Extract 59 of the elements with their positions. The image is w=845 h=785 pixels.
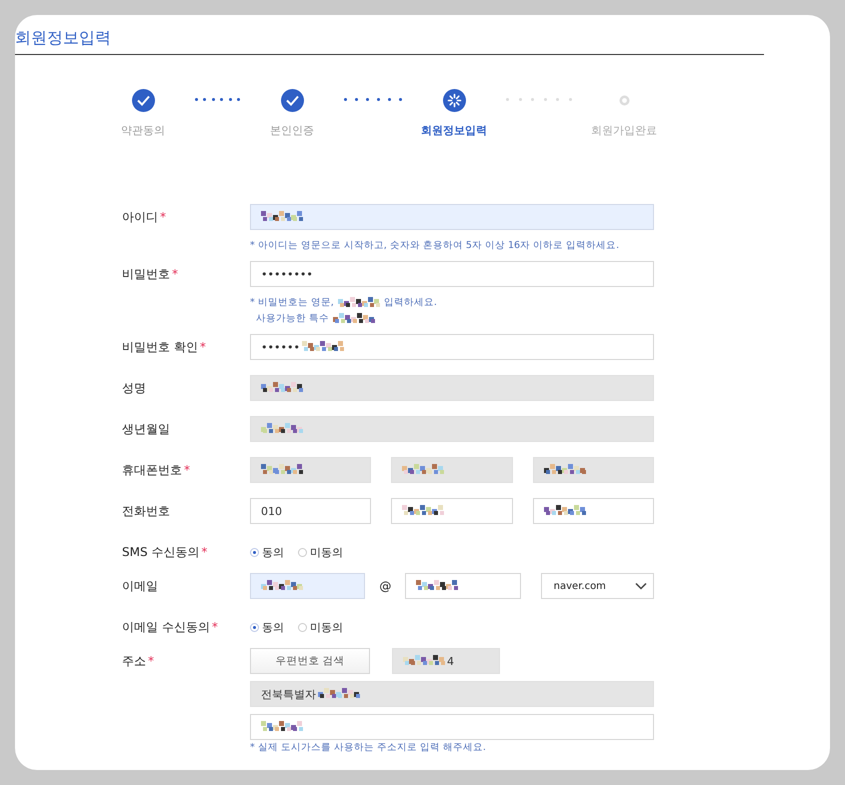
required-mark: *: [200, 340, 206, 354]
zip-field[interactable]: 4: [392, 648, 500, 674]
hint-text: * 아이디는 영문으로 시작하고, 숫자와 혼용하여 5자 이상 16자 이하로 입력하세요.: [250, 239, 620, 253]
input-field[interactable]: ••••••••: [250, 261, 654, 287]
step-label: 회원가입완료: [591, 123, 657, 138]
field-label: 생년월일: [122, 420, 170, 438]
field-label: 비밀번호 확인: [122, 338, 198, 356]
step-connector: [344, 98, 402, 101]
radio-label[interactable]: 미동의: [310, 620, 343, 634]
field-label: 비밀번호: [122, 266, 170, 282]
input-field[interactable]: [250, 457, 372, 483]
field-label: 성명: [122, 380, 146, 396]
step-connector: [195, 98, 240, 101]
input-field[interactable]: 010: [250, 498, 372, 524]
page-title: 회원정보입력: [15, 27, 112, 49]
required-mark: *: [184, 463, 190, 477]
input-field[interactable]: [250, 573, 366, 599]
field-label: 이메일 수신동의: [122, 618, 210, 636]
required-mark: *: [172, 267, 178, 281]
input-field[interactable]: [532, 457, 654, 483]
hint-text: * 실제 도시가스를 사용하는 주소지로 입력 해주세요.: [250, 741, 486, 755]
radio-label[interactable]: 미동의: [310, 544, 343, 560]
input-field[interactable]: [532, 498, 654, 524]
hint-text: 사용가능한 특수: [256, 312, 330, 326]
required-mark: *: [160, 210, 166, 224]
field-label: 아이디: [122, 208, 158, 226]
at-sign: @: [378, 579, 392, 593]
required-mark: *: [201, 545, 208, 559]
radio-button[interactable]: [298, 548, 307, 556]
field-label: 이메일: [122, 578, 158, 594]
zip-search-button[interactable]: 우편번호 검색: [250, 648, 370, 674]
hint-text: * 비밀번호는 영문,: [250, 296, 334, 310]
input-field[interactable]: [250, 204, 654, 230]
field-label: 전화번호: [122, 502, 170, 520]
input-field[interactable]: [405, 573, 521, 599]
radio-button[interactable]: [298, 622, 307, 632]
address-field[interactable]: 전북특별자: [250, 681, 654, 707]
field-label: 휴대폰번호: [122, 462, 182, 478]
input-field[interactable]: [250, 375, 654, 401]
field-label: 주소: [122, 652, 146, 670]
radio-label[interactable]: 동의: [262, 544, 284, 560]
step-label: 약관동의: [121, 123, 165, 138]
input-field[interactable]: ••••••: [250, 334, 654, 360]
step-connector: [506, 98, 572, 101]
input-field[interactable]: [250, 416, 654, 442]
address-field[interactable]: [250, 714, 654, 740]
step-label: 본인인증: [270, 123, 314, 138]
radio-label[interactable]: 동의: [262, 620, 284, 634]
chevron-down-icon: [634, 582, 647, 590]
step-label: 회원정보입력: [421, 123, 487, 138]
domain-select[interactable]: naver.com: [540, 573, 654, 599]
input-field[interactable]: [391, 457, 513, 483]
radio-button[interactable]: [250, 622, 259, 632]
field-label: SMS 수신동의: [122, 544, 200, 560]
required-mark: *: [148, 654, 154, 668]
input-field[interactable]: [391, 498, 513, 524]
hint-text: 입력하세요.: [384, 296, 437, 310]
required-mark: *: [212, 620, 218, 634]
radio-button[interactable]: [250, 548, 259, 556]
